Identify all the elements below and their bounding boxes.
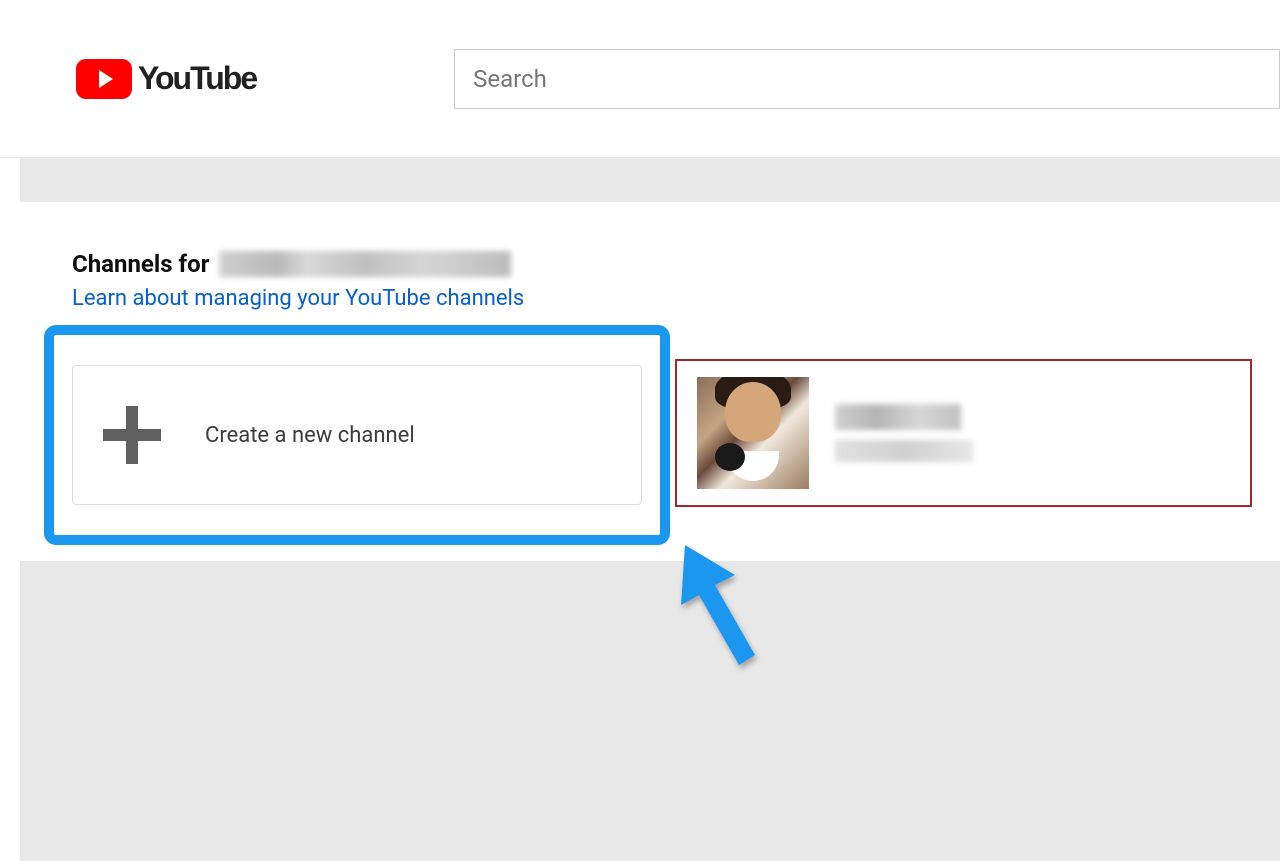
existing-channel-card[interactable]	[675, 359, 1252, 507]
youtube-wordmark: YouTube	[138, 60, 256, 97]
separator-band	[20, 158, 1280, 202]
account-email-redacted	[219, 251, 511, 277]
bottom-background	[20, 561, 1280, 861]
create-channel-highlight: Create a new channel	[44, 325, 670, 545]
create-channel-label: Create a new channel	[205, 423, 415, 448]
content-area: Channels for Learn about managing your Y…	[20, 202, 1280, 545]
youtube-logo[interactable]: YouTube	[76, 59, 256, 99]
plus-icon	[103, 406, 161, 464]
channels-row: Create a new channel	[72, 325, 1280, 545]
search-input[interactable]: Search	[454, 49, 1280, 109]
youtube-play-icon	[76, 59, 132, 99]
channel-name-redacted	[835, 404, 961, 430]
channel-info	[835, 404, 973, 462]
page-title: Channels for	[72, 250, 1280, 278]
channel-avatar	[697, 377, 809, 489]
channel-subtitle-redacted	[835, 440, 973, 462]
heading-prefix: Channels for	[72, 250, 209, 278]
search-placeholder: Search	[473, 65, 547, 93]
create-channel-card[interactable]: Create a new channel	[72, 365, 642, 505]
header-bar: YouTube Search	[0, 0, 1280, 158]
learn-more-link[interactable]: Learn about managing your YouTube channe…	[72, 286, 1280, 311]
